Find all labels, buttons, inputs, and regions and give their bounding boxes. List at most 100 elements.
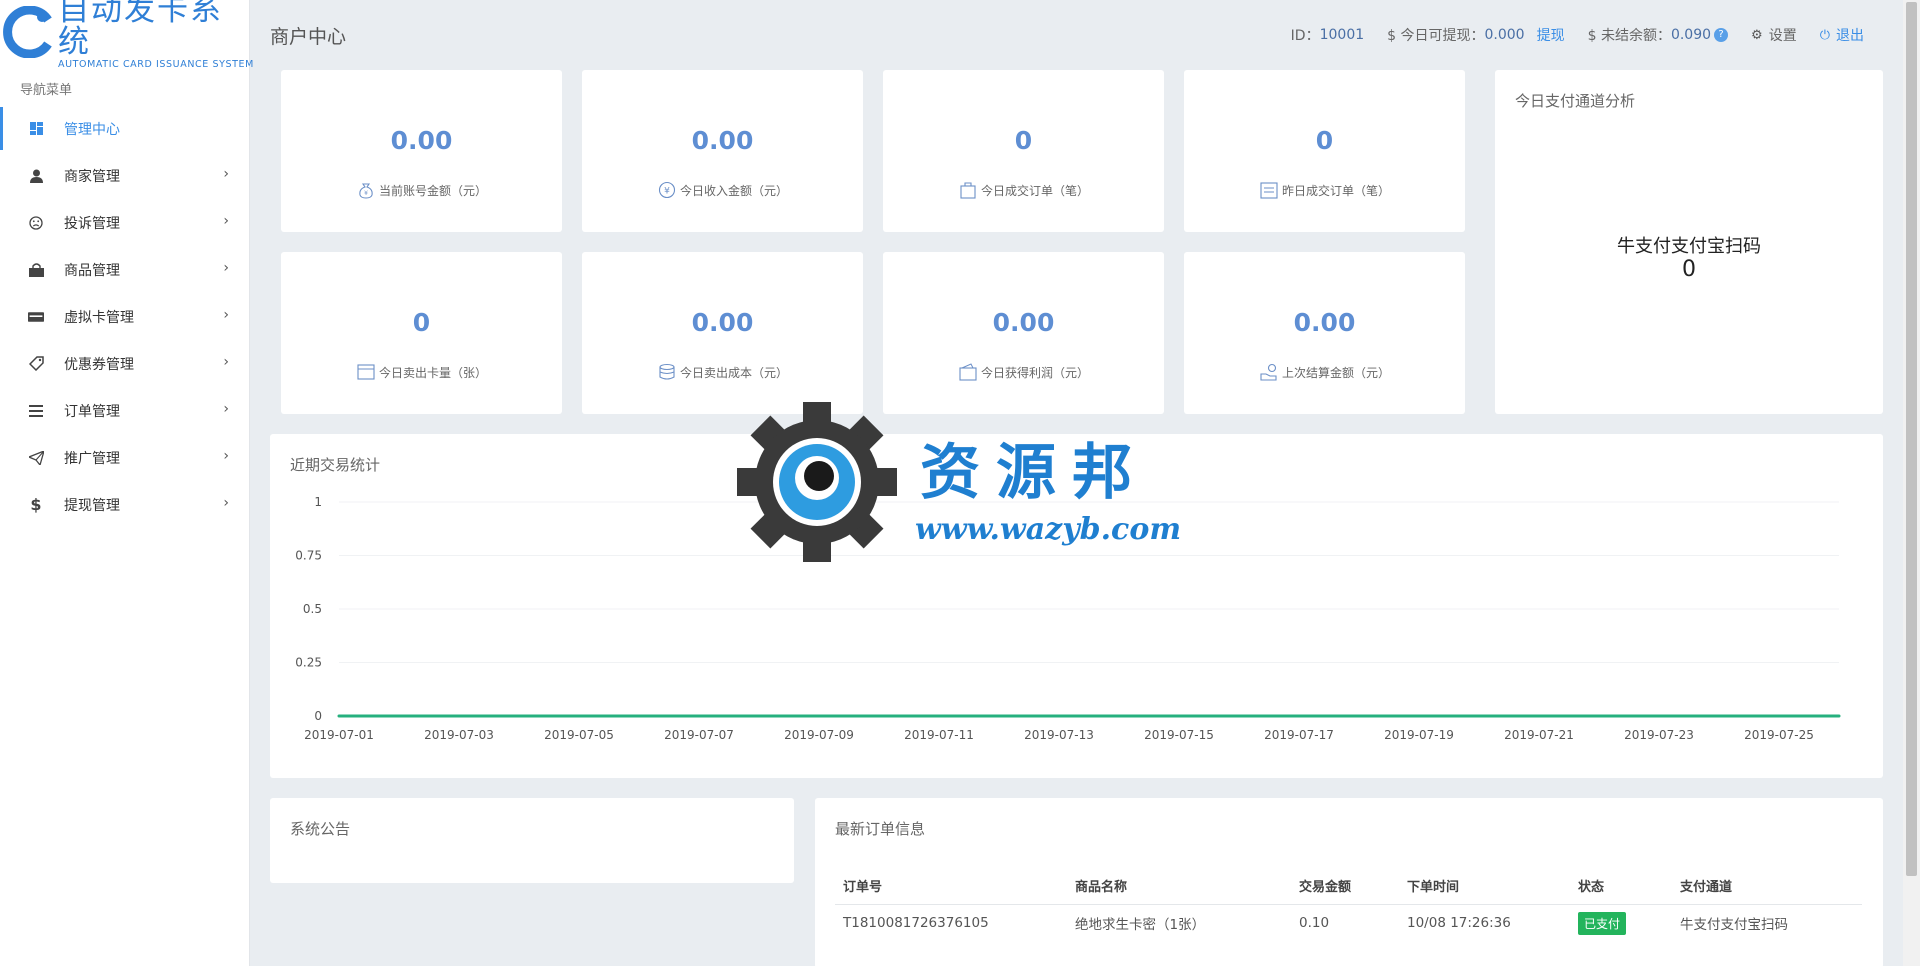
withdrawable-balance: $ 今日可提现： 0.000 提现 (1387, 25, 1565, 45)
x-tick-label: 2019-07-13 (1024, 728, 1094, 742)
data-point (1177, 714, 1181, 718)
stat-label: 今日卖出成本（元） (679, 365, 788, 380)
product-name: 绝地求生卡密（1张） (1075, 917, 1206, 934)
stat-label: 今日卖出卡量（张） (378, 365, 487, 380)
frown-icon (28, 215, 44, 231)
database-icon (657, 362, 677, 382)
sidebar-item-promotion[interactable]: 推广管理 › (0, 434, 249, 481)
chevron-right-icon: › (223, 401, 229, 417)
order-bag-icon (958, 180, 978, 200)
logo-title: 自动发卡系统 (58, 0, 223, 60)
wallet-icon (958, 362, 978, 382)
withdraw-link[interactable]: 提现 (1537, 25, 1565, 45)
table-row[interactable]: T1810081726376105 绝地求生卡密（1张） 0.10 10/08 … (835, 904, 1862, 942)
order-time: 10/08 17:26:36 (1407, 915, 1511, 932)
x-tick-label: 2019-07-01 (304, 728, 374, 742)
stat-card-yesterday-orders: 0 昨日成交订单（笔） (1184, 70, 1465, 232)
x-tick-label: 2019-07-05 (544, 728, 614, 742)
data-point (577, 714, 581, 718)
money-bag-icon: ¥ (356, 180, 376, 200)
stat-card-cards-sold: 0 今日卖出卡量（张） (281, 252, 562, 414)
sidebar-item-dashboard[interactable]: 管理中心 (0, 105, 249, 152)
x-tick-label: 2019-07-23 (1624, 728, 1694, 742)
x-tick-label: 2019-07-15 (1144, 728, 1214, 742)
stat-card-account-balance: 0.00 ¥ 当前账号金额（元） (281, 70, 562, 232)
order-amount: 0.10 (1299, 915, 1330, 932)
x-tick-label: 2019-07-11 (904, 728, 974, 742)
scrollbar-thumb[interactable] (1906, 2, 1917, 876)
sidebar-item-merchant[interactable]: 商家管理 › (0, 152, 249, 199)
stat-label: 今日收入金额（元） (679, 183, 788, 198)
settings-label: 设置 (1768, 28, 1797, 44)
vertical-scrollbar[interactable] (1903, 0, 1920, 966)
power-icon: ⏻ (1819, 27, 1830, 43)
stat-card-last-settlement: 0.00 上次结算金额（元） (1184, 252, 1465, 414)
x-tick-label: 2019-07-03 (424, 728, 494, 742)
x-tick-label: 2019-07-25 (1744, 728, 1814, 742)
data-point (1717, 714, 1721, 718)
column-header: 下单时间 (1399, 867, 1570, 905)
stat-value: 0.00 (1293, 308, 1356, 337)
sidebar-item-complaints[interactable]: 投诉管理 › (0, 199, 249, 246)
column-header: 支付通道 (1672, 867, 1862, 905)
logout-link[interactable]: ⏻ 退出 (1817, 25, 1864, 45)
x-tick-label: 2019-07-17 (1264, 728, 1334, 742)
channel-count: 0 (1682, 257, 1696, 282)
sidebar-item-products[interactable]: 商品管理 › (0, 246, 249, 293)
paper-plane-icon (28, 450, 44, 466)
chevron-right-icon: › (223, 213, 229, 229)
merchant-id: ID： 10001 (1290, 27, 1365, 44)
stat-label: 昨日成交订单（笔） (1281, 183, 1390, 198)
x-tick-label: 2019-07-19 (1384, 728, 1454, 742)
sidebar-item-label: 商家管理 (64, 168, 120, 185)
dashboard-icon (28, 121, 44, 137)
chevron-right-icon: › (223, 495, 229, 511)
data-point (1837, 714, 1841, 718)
user-icon (28, 168, 44, 184)
data-point (697, 714, 701, 718)
stat-label: 今日成交订单（笔） (980, 183, 1089, 198)
data-point (1237, 714, 1241, 718)
shopping-bag-icon (28, 262, 44, 278)
card-icon (356, 362, 376, 382)
sidebar-item-virtual-cards[interactable]: 虚拟卡管理 › (0, 293, 249, 340)
data-point (997, 714, 1001, 718)
tag-icon (28, 356, 44, 372)
sidebar-item-coupons[interactable]: 优惠券管理 › (0, 340, 249, 387)
panel-title: 最新订单信息 (835, 820, 926, 838)
stat-label: 上次结算金额（元） (1281, 365, 1390, 380)
stat-value: 0.00 (390, 126, 453, 155)
column-header: 交易金额 (1291, 867, 1399, 905)
chevron-right-icon: › (223, 448, 229, 464)
list-icon (28, 403, 44, 419)
y-tick-label: 1 (314, 495, 322, 509)
help-icon[interactable]: ? (1714, 28, 1729, 42)
order-number: T1810081726376105 (843, 915, 989, 932)
logo[interactable]: 自动发卡系统 AUTOMATIC CARD ISSUANCE SYSTEM (0, 0, 253, 70)
data-point (397, 714, 401, 718)
merchant-id-value: 10001 (1319, 27, 1365, 43)
sidebar-item-label: 优惠券管理 (64, 356, 134, 373)
stat-value: 0.00 (691, 126, 754, 155)
sidebar-item-label: 商品管理 (64, 262, 120, 279)
stat-value: 0 (1014, 126, 1033, 155)
data-point (877, 714, 881, 718)
data-point (1117, 714, 1121, 718)
data-point (517, 714, 521, 718)
sidebar-item-label: 订单管理 (64, 403, 120, 420)
settings-link[interactable]: ⚙ 设置 (1748, 25, 1797, 45)
watermark-title: 资源邦 (920, 438, 1148, 508)
watermark: 资源邦 www.wazyb.com (737, 402, 1197, 562)
data-point (1657, 714, 1661, 718)
column-header: 商品名称 (1067, 867, 1291, 905)
sidebar-item-label: 虚拟卡管理 (64, 309, 134, 326)
credit-card-icon (28, 309, 44, 325)
sidebar-item-withdraw[interactable]: $ 提现管理 › (0, 481, 249, 528)
watermark-url: www.wazyb.com (915, 512, 1182, 547)
panel-title: 系统公告 (290, 820, 351, 838)
sidebar-item-orders[interactable]: 订单管理 › (0, 387, 249, 434)
logo-mark-icon (2, 5, 54, 59)
latest-orders-panel: 最新订单信息 订单号 商品名称 交易金额 下单时间 状态 支付通道 T18100… (815, 798, 1883, 966)
unsettled-value: 0.090 (1670, 27, 1712, 43)
column-header: 状态 (1570, 867, 1672, 905)
